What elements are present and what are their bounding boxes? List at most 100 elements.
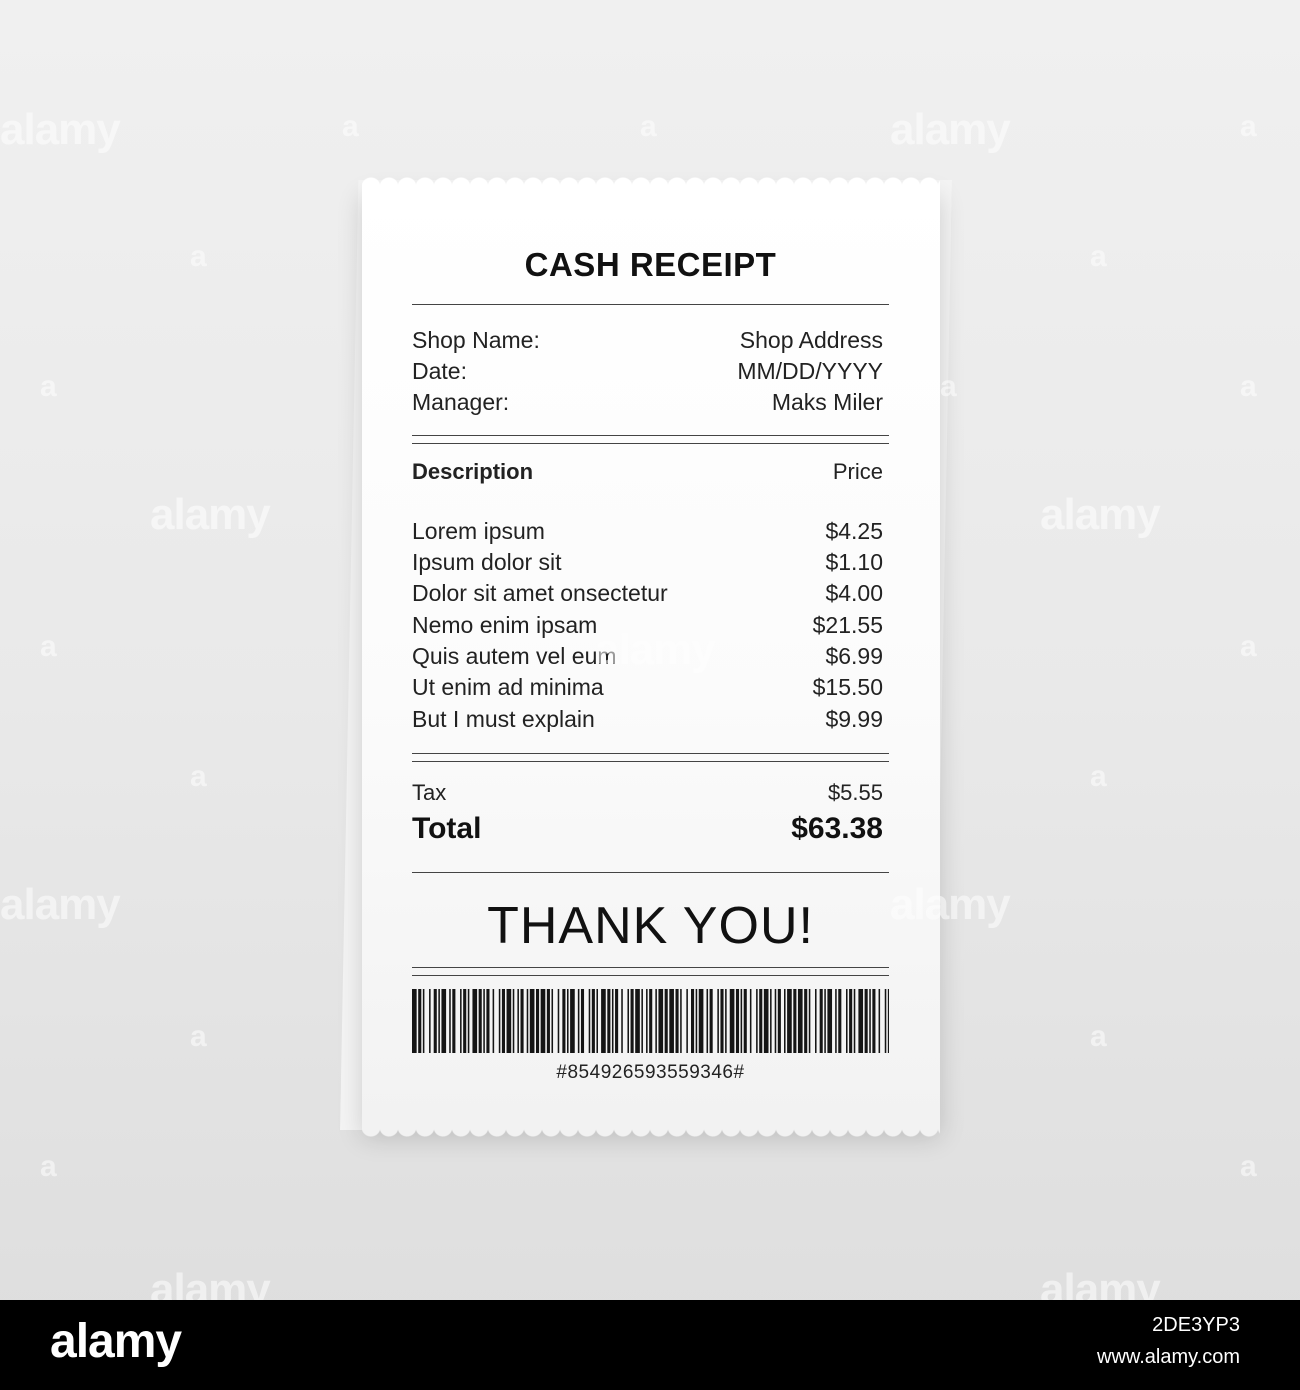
barcode-bar [607, 989, 611, 1053]
item-price: $4.25 [825, 518, 883, 544]
barcode-bar [486, 989, 490, 1053]
barcode-number: #854926593559346# [556, 1062, 745, 1083]
watermark-mark: a [190, 760, 207, 793]
barcode-bar [418, 989, 422, 1053]
barcode-bar [478, 989, 482, 1053]
info-row-date: Date: MM/DD/YYYY [412, 356, 883, 387]
barcode-bar [849, 989, 853, 1053]
barcode-bar [763, 989, 769, 1053]
watermark-mark: a [190, 240, 207, 273]
barcode-bar [460, 989, 462, 1053]
barcode-bar [749, 989, 752, 1053]
barcode-bar [577, 989, 580, 1053]
barcode-bar [536, 989, 540, 1053]
barcode-bar [664, 989, 668, 1053]
list-item: Nemo enim ipsam $21.55 [412, 610, 883, 641]
barcode-bar [784, 989, 786, 1053]
barcode-bar [838, 989, 842, 1053]
barcode [412, 989, 889, 1053]
barcode-bar [846, 989, 848, 1053]
barcode-bar [717, 989, 719, 1053]
barcode-bar [483, 989, 485, 1053]
barcode-bar [627, 989, 629, 1053]
alamy-logo: alamy [50, 1315, 182, 1368]
barcode-bar [557, 989, 560, 1053]
list-item: Ut enim ad minima $15.50 [412, 672, 883, 703]
barcode-bar [756, 989, 758, 1053]
barcode-bar [777, 989, 781, 1053]
barcode-bar [709, 989, 713, 1053]
double-divider-bottom [412, 443, 889, 444]
watermark: alamy [1040, 490, 1161, 539]
barcode-bar [591, 989, 595, 1053]
barcode-bar [580, 989, 585, 1053]
watermark: alamy [890, 105, 1011, 154]
double-divider-top [412, 967, 889, 968]
watermark-mark: a [40, 370, 57, 403]
info-row-shop: Shop Name: Shop Address [412, 325, 883, 356]
barcode-bar [759, 989, 763, 1053]
barcode-bar [570, 989, 575, 1053]
barcode-bar [433, 989, 437, 1053]
list-item: Ipsum dolor sit $1.10 [412, 547, 883, 578]
barcode-bar [827, 989, 833, 1053]
divider [412, 304, 889, 305]
barcode-bar [529, 989, 535, 1053]
item-price: $1.10 [825, 549, 883, 575]
item-price: $6.99 [825, 643, 883, 669]
watermark-mark: a [40, 630, 57, 663]
price-header: Price [832, 459, 883, 484]
barcode-bar [770, 989, 772, 1053]
item-price: $4.00 [825, 580, 883, 606]
double-divider-top [412, 435, 889, 436]
barcode-bar [887, 989, 889, 1053]
description-header: Description [412, 459, 534, 484]
info-label: Date: [412, 358, 467, 384]
barcode-bar [869, 989, 871, 1053]
total-row: Total $63.38 [412, 810, 883, 848]
item-price: $15.50 [812, 674, 883, 700]
thank-you-message: THANK YOU! [487, 897, 814, 955]
barcode-bar [517, 989, 519, 1053]
item-name: Ipsum dolor sit [412, 549, 562, 575]
barcode-bar [815, 989, 817, 1053]
barcode-bar [884, 989, 887, 1053]
total-value: $63.38 [791, 812, 883, 845]
barcode-bar [804, 989, 808, 1053]
barcode-bar [864, 989, 868, 1053]
barcode-bar [824, 989, 826, 1053]
items-header: Description Price [412, 456, 883, 487]
item-name: Nemo enim ipsam [412, 612, 598, 638]
barcode-bar [635, 989, 640, 1053]
barcode-bar [725, 989, 727, 1053]
barcode-bar [835, 989, 837, 1053]
barcode-bar [540, 989, 546, 1053]
barcode-bar [819, 989, 823, 1053]
barcode-bar [680, 989, 682, 1053]
barcode-bar [463, 989, 467, 1053]
barcode-bar [787, 989, 792, 1053]
total-label: Total [412, 812, 482, 845]
double-divider-bottom [412, 975, 889, 976]
barcode-bar [438, 989, 440, 1053]
tax-label: Tax [412, 780, 447, 805]
barcode-bar [422, 989, 425, 1053]
barcode-bar [858, 989, 864, 1053]
barcode-bar [695, 989, 698, 1053]
barcode-bar [641, 989, 643, 1053]
barcode-bar [774, 989, 777, 1053]
barcode-bar [658, 989, 664, 1053]
info-value: MM/DD/YYYY [737, 358, 883, 384]
barcode-bar [808, 989, 811, 1053]
list-item: Dolor sit amet onsectetur $4.00 [412, 578, 883, 609]
barcode-bar [646, 989, 648, 1053]
barcode-bar [429, 989, 431, 1053]
watermark-mark: a [1090, 1020, 1107, 1053]
watermark: alamy [150, 490, 271, 539]
barcode-bar [743, 989, 747, 1053]
receipt: CASH RECEIPT Shop Name: Shop Address Dat… [362, 173, 940, 1141]
barcode-bar [655, 989, 657, 1053]
barcode-bar [793, 989, 797, 1053]
barcode-bar [441, 989, 447, 1053]
barcode-bar [501, 989, 505, 1053]
